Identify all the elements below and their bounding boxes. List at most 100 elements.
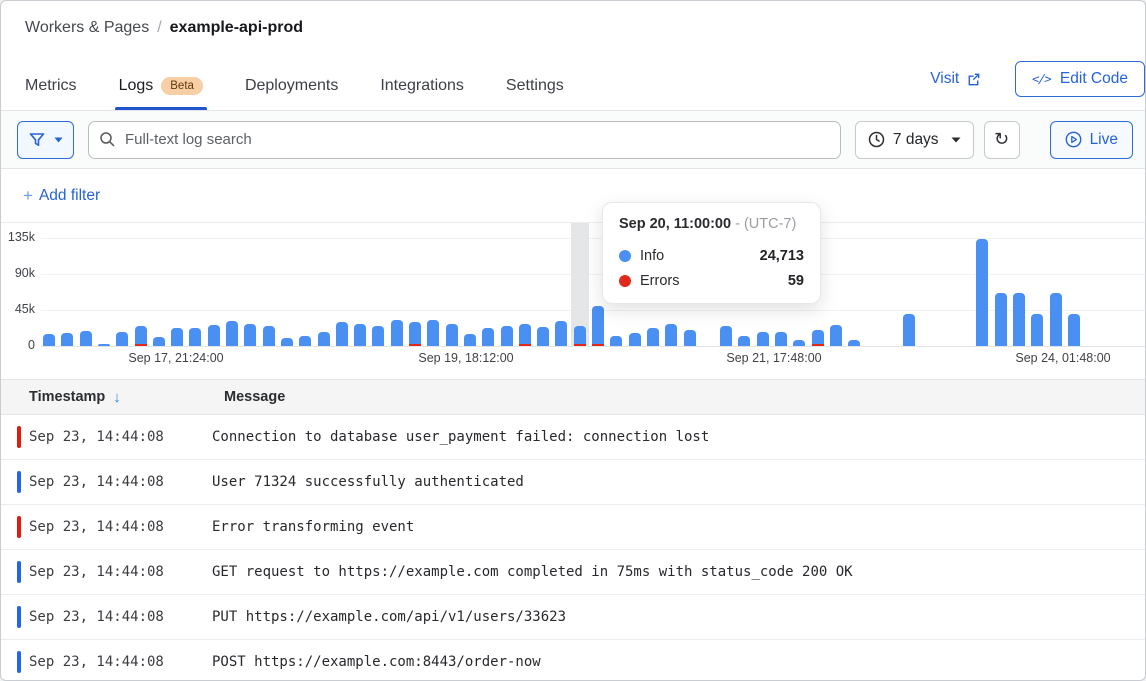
chart-bar[interactable]	[574, 326, 586, 346]
plus-icon: +	[23, 186, 33, 206]
chart-bar[interactable]	[519, 324, 531, 346]
log-message: Error transforming event	[212, 519, 414, 535]
chart-bar[interactable]	[189, 328, 201, 346]
chart-bar[interactable]	[812, 330, 824, 346]
tab-integrations[interactable]: Integrations	[380, 77, 464, 110]
log-row[interactable]: Sep 23, 14:44:08Connection to database u…	[1, 415, 1145, 460]
chart-bar[interactable]	[464, 334, 476, 346]
chart-bar[interactable]	[409, 322, 421, 346]
chart-bar[interactable]	[61, 333, 73, 346]
tab-metrics[interactable]: Metrics	[25, 77, 77, 110]
chart-bar[interactable]	[244, 324, 256, 346]
error-level-indicator	[17, 516, 21, 538]
visit-link[interactable]: Visit	[924, 69, 987, 89]
timestamp-header-label: Timestamp	[29, 389, 105, 405]
code-icon: </>	[1031, 72, 1052, 86]
chart-bar[interactable]	[446, 324, 458, 346]
chart-bar[interactable]	[391, 320, 403, 346]
log-row[interactable]: Sep 23, 14:44:08User 71324 successfully …	[1, 460, 1145, 505]
chart-bar[interactable]	[537, 327, 549, 346]
chart-bar[interactable]	[135, 326, 147, 346]
filter-bar: 7 days ↻ Live	[1, 111, 1145, 169]
chart-bar[interactable]	[830, 325, 842, 346]
filter-menu-button[interactable]	[17, 121, 74, 159]
beta-badge: Beta	[161, 77, 203, 95]
log-row[interactable]: Sep 23, 14:44:08Error transforming event	[1, 505, 1145, 550]
column-header-timestamp[interactable]: Timestamp ↓	[29, 389, 224, 406]
log-timestamp: Sep 23, 14:44:08	[29, 564, 212, 580]
chart-bar[interactable]	[1068, 314, 1080, 346]
chart-bar[interactable]	[665, 324, 677, 346]
chart-bar[interactable]	[1013, 293, 1025, 346]
visit-label: Visit	[930, 70, 959, 88]
tooltip-rows: Info24,713Errors59	[619, 248, 804, 289]
tab-label: Logs	[119, 77, 154, 95]
log-row[interactable]: Sep 23, 14:44:08PUT https://example.com/…	[1, 595, 1145, 640]
tab-list: Metrics Logs Beta Deployments Integrations Se…	[25, 77, 564, 110]
chart-bar[interactable]	[153, 337, 165, 346]
chart-bar[interactable]	[98, 344, 110, 346]
chart-bar[interactable]	[226, 321, 238, 346]
chart-bar[interactable]	[610, 336, 622, 346]
chart-bar[interactable]	[427, 320, 439, 346]
chart-bar[interactable]	[995, 293, 1007, 346]
edit-code-button[interactable]: </> Edit Code	[1015, 61, 1145, 97]
add-filter-button[interactable]: + Add filter	[17, 185, 106, 207]
tab-settings[interactable]: Settings	[506, 77, 564, 110]
chart-bar[interactable]	[80, 331, 92, 346]
refresh-button[interactable]: ↻	[984, 121, 1020, 159]
tooltip-timezone: - (UTC-7)	[735, 216, 796, 232]
chart-bar[interactable]	[354, 324, 366, 346]
time-range-dropdown[interactable]: 7 days	[855, 121, 974, 159]
column-header-message[interactable]: Message	[224, 389, 285, 405]
chart-bar[interactable]	[629, 333, 641, 346]
breadcrumb-section[interactable]: Workers & Pages	[25, 19, 149, 37]
tab-logs[interactable]: Logs Beta	[119, 77, 203, 110]
tooltip-row-info: Info24,713	[619, 248, 804, 264]
chart-bar[interactable]	[43, 334, 55, 346]
chart-bar[interactable]	[281, 338, 293, 346]
chart-bar[interactable]	[848, 340, 860, 346]
chart-bar[interactable]	[263, 326, 275, 346]
workers-logs-page: Workers & Pages / example-api-prod Metri…	[0, 0, 1146, 681]
chart-bar[interactable]	[757, 332, 769, 346]
tab-deployments[interactable]: Deployments	[245, 77, 338, 110]
y-axis-tick: 135k	[1, 230, 35, 244]
chart-bar[interactable]	[116, 332, 128, 346]
chart-bar[interactable]	[1031, 314, 1043, 346]
chart-tooltip: Sep 20, 11:00:00 - (UTC-7) Info24,713Err…	[602, 202, 821, 304]
y-axis-tick: 45k	[1, 302, 35, 316]
chart-bar[interactable]	[372, 326, 384, 346]
chart-bar[interactable]	[903, 314, 915, 346]
chart-bar[interactable]	[976, 239, 988, 346]
search-wrap	[88, 121, 841, 159]
time-range-label: 7 days	[893, 131, 939, 149]
log-row[interactable]: Sep 23, 14:44:08POST https://example.com…	[1, 640, 1145, 681]
chart-bar[interactable]	[720, 326, 732, 346]
chart-bar[interactable]	[738, 336, 750, 346]
log-row[interactable]: Sep 23, 14:44:08GET request to https://e…	[1, 550, 1145, 595]
chart-bar[interactable]	[775, 332, 787, 346]
chart-bar[interactable]	[482, 328, 494, 346]
chart-bar[interactable]	[336, 322, 348, 346]
series-value: 24,713	[760, 248, 804, 264]
info-level-indicator	[17, 561, 21, 583]
chart-bar[interactable]	[592, 306, 604, 346]
chart-bar[interactable]	[318, 332, 330, 346]
search-input[interactable]	[88, 121, 841, 159]
refresh-icon: ↻	[994, 129, 1009, 150]
chart-bar[interactable]	[1050, 293, 1062, 346]
info-level-indicator	[17, 606, 21, 628]
chart-bar[interactable]	[793, 340, 805, 346]
chart-bar[interactable]	[555, 321, 567, 346]
chart-bar[interactable]	[501, 326, 513, 346]
chart-bar[interactable]	[171, 328, 183, 346]
breadcrumb: Workers & Pages / example-api-prod	[25, 19, 303, 37]
live-button[interactable]: Live	[1050, 121, 1133, 159]
chart-bar[interactable]	[684, 330, 696, 346]
chart-bar[interactable]	[208, 325, 220, 346]
chart-bar[interactable]	[299, 336, 311, 346]
chart-bar[interactable]	[647, 328, 659, 346]
log-message: POST https://example.com:8443/order-now	[212, 654, 541, 670]
series-value: 59	[788, 273, 804, 289]
